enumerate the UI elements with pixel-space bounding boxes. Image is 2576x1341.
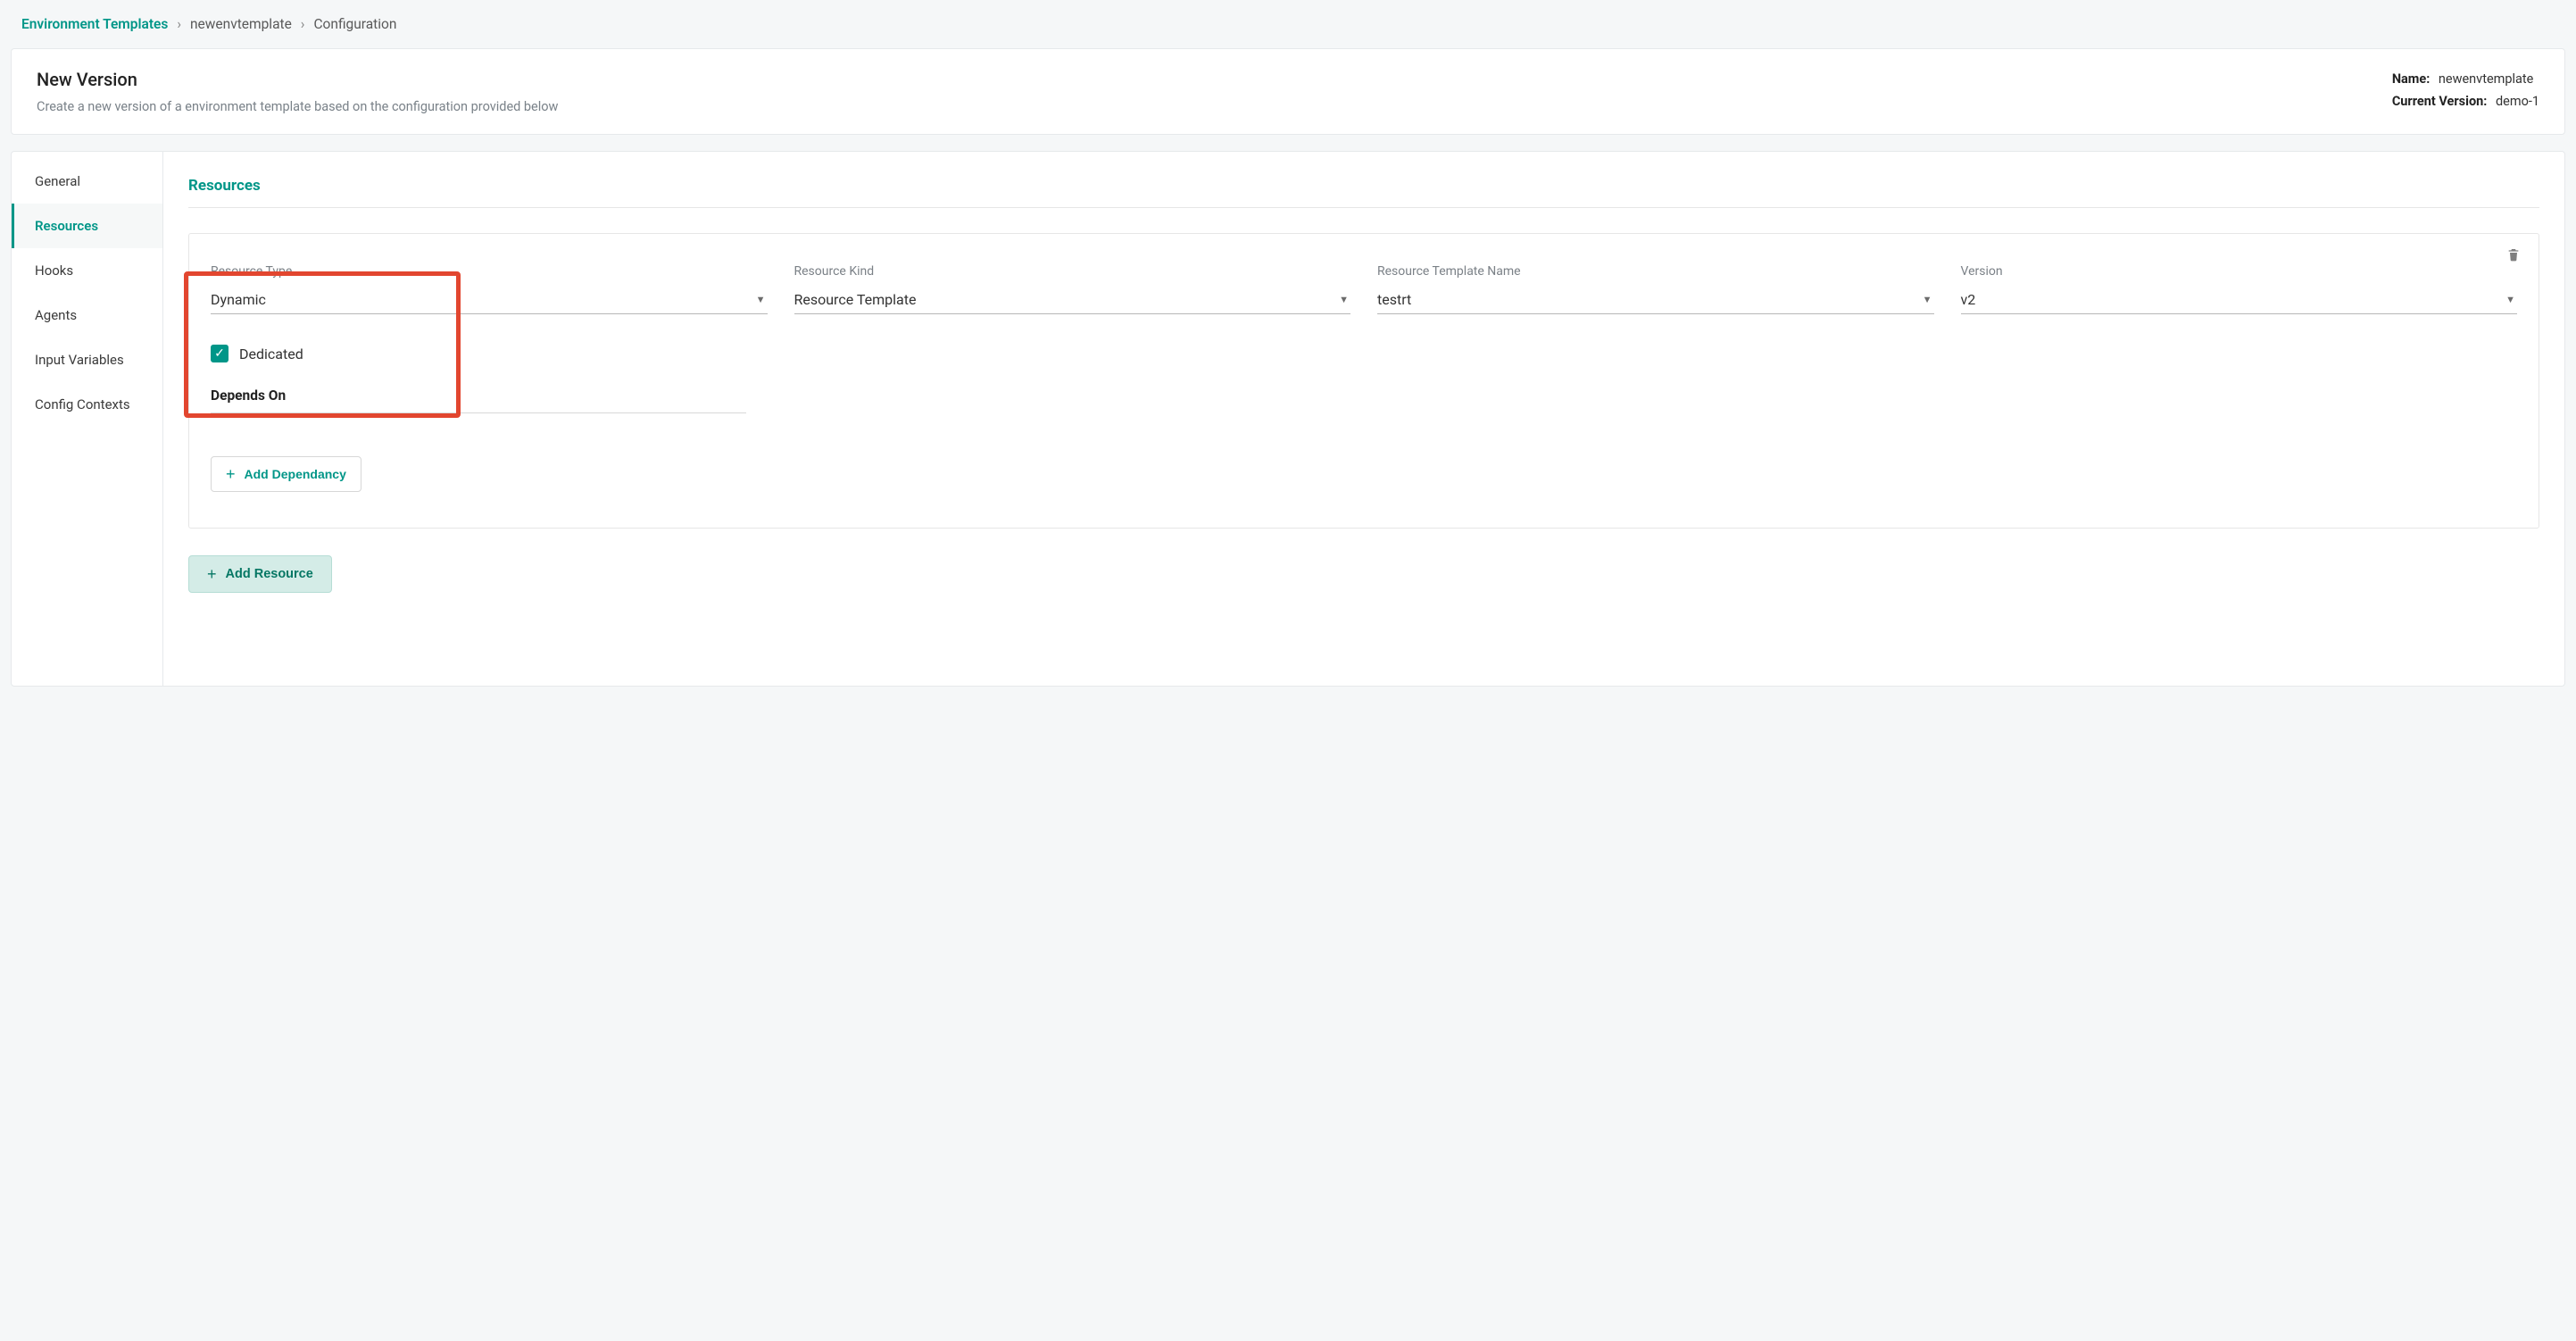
header-version-label: Current Version: bbox=[2392, 94, 2488, 109]
sidenav-item-hooks[interactable]: Hooks bbox=[12, 248, 162, 293]
section-title-resources: Resources bbox=[188, 177, 2539, 195]
trash-icon bbox=[2506, 246, 2521, 262]
breadcrumb: Environment Templates › newenvtemplate ›… bbox=[0, 0, 2576, 48]
caret-down-icon: ▼ bbox=[2505, 294, 2515, 305]
breadcrumb-leaf: Configuration bbox=[313, 16, 396, 32]
resource-template-name-label: Resource Template Name bbox=[1377, 264, 1934, 279]
resource-card: Resource Type Dynamic ▼ Resource Kind Re… bbox=[188, 233, 2539, 529]
sidenav-item-input-variables[interactable]: Input Variables bbox=[12, 337, 162, 382]
breadcrumb-item-link[interactable]: newenvtemplate bbox=[190, 16, 292, 32]
resource-template-name-select[interactable]: testrt ▼ bbox=[1377, 287, 1934, 314]
caret-down-icon: ▼ bbox=[1923, 294, 1932, 305]
header-name-value: newenvtemplate bbox=[2439, 71, 2533, 87]
dedicated-label: Dedicated bbox=[239, 346, 303, 362]
plus-icon: + bbox=[207, 566, 217, 582]
sidenav-item-general[interactable]: General bbox=[12, 159, 162, 204]
add-resource-button[interactable]: + Add Resource bbox=[188, 555, 332, 593]
header-name-label: Name: bbox=[2392, 71, 2430, 87]
page-header-card: New Version Create a new version of a en… bbox=[11, 48, 2565, 135]
section-divider bbox=[188, 207, 2539, 208]
add-dependency-label: Add Dependancy bbox=[245, 467, 346, 481]
resource-kind-value: Resource Template bbox=[794, 291, 917, 308]
resource-type-value: Dynamic bbox=[211, 291, 266, 308]
add-resource-label: Add Resource bbox=[226, 567, 313, 581]
caret-down-icon: ▼ bbox=[756, 294, 766, 305]
page-title: New Version bbox=[37, 69, 558, 90]
sidenav-item-resources[interactable]: Resources bbox=[12, 204, 162, 248]
resource-type-select[interactable]: Dynamic ▼ bbox=[211, 287, 768, 314]
page-subtitle: Create a new version of a environment te… bbox=[37, 99, 558, 114]
resource-version-select[interactable]: v2 ▼ bbox=[1961, 287, 2518, 314]
resource-template-name-value: testrt bbox=[1377, 291, 1411, 308]
resource-kind-label: Resource Kind bbox=[794, 264, 1351, 279]
resource-kind-select[interactable]: Resource Template ▼ bbox=[794, 287, 1351, 314]
plus-icon: + bbox=[226, 466, 236, 482]
delete-resource-button[interactable] bbox=[2506, 246, 2522, 262]
resource-type-label: Resource Type bbox=[211, 264, 768, 279]
side-nav: General Resources Hooks Agents Input Var… bbox=[12, 152, 163, 686]
resource-version-value: v2 bbox=[1961, 291, 1976, 308]
depends-on-divider bbox=[211, 412, 746, 413]
check-icon: ✓ bbox=[214, 346, 225, 361]
header-version-value: demo-1 bbox=[2496, 94, 2539, 109]
breadcrumb-root-link[interactable]: Environment Templates bbox=[21, 16, 168, 32]
resource-version-label: Version bbox=[1961, 264, 2518, 279]
sidenav-item-config-contexts[interactable]: Config Contexts bbox=[12, 382, 162, 427]
caret-down-icon: ▼ bbox=[1339, 294, 1349, 305]
add-dependency-button[interactable]: + Add Dependancy bbox=[211, 456, 361, 492]
depends-on-label: Depends On bbox=[211, 387, 2517, 404]
dedicated-checkbox[interactable]: ✓ bbox=[211, 345, 229, 362]
chevron-right-icon: › bbox=[177, 16, 181, 32]
sidenav-item-agents[interactable]: Agents bbox=[12, 293, 162, 337]
chevron-right-icon: › bbox=[301, 16, 305, 32]
